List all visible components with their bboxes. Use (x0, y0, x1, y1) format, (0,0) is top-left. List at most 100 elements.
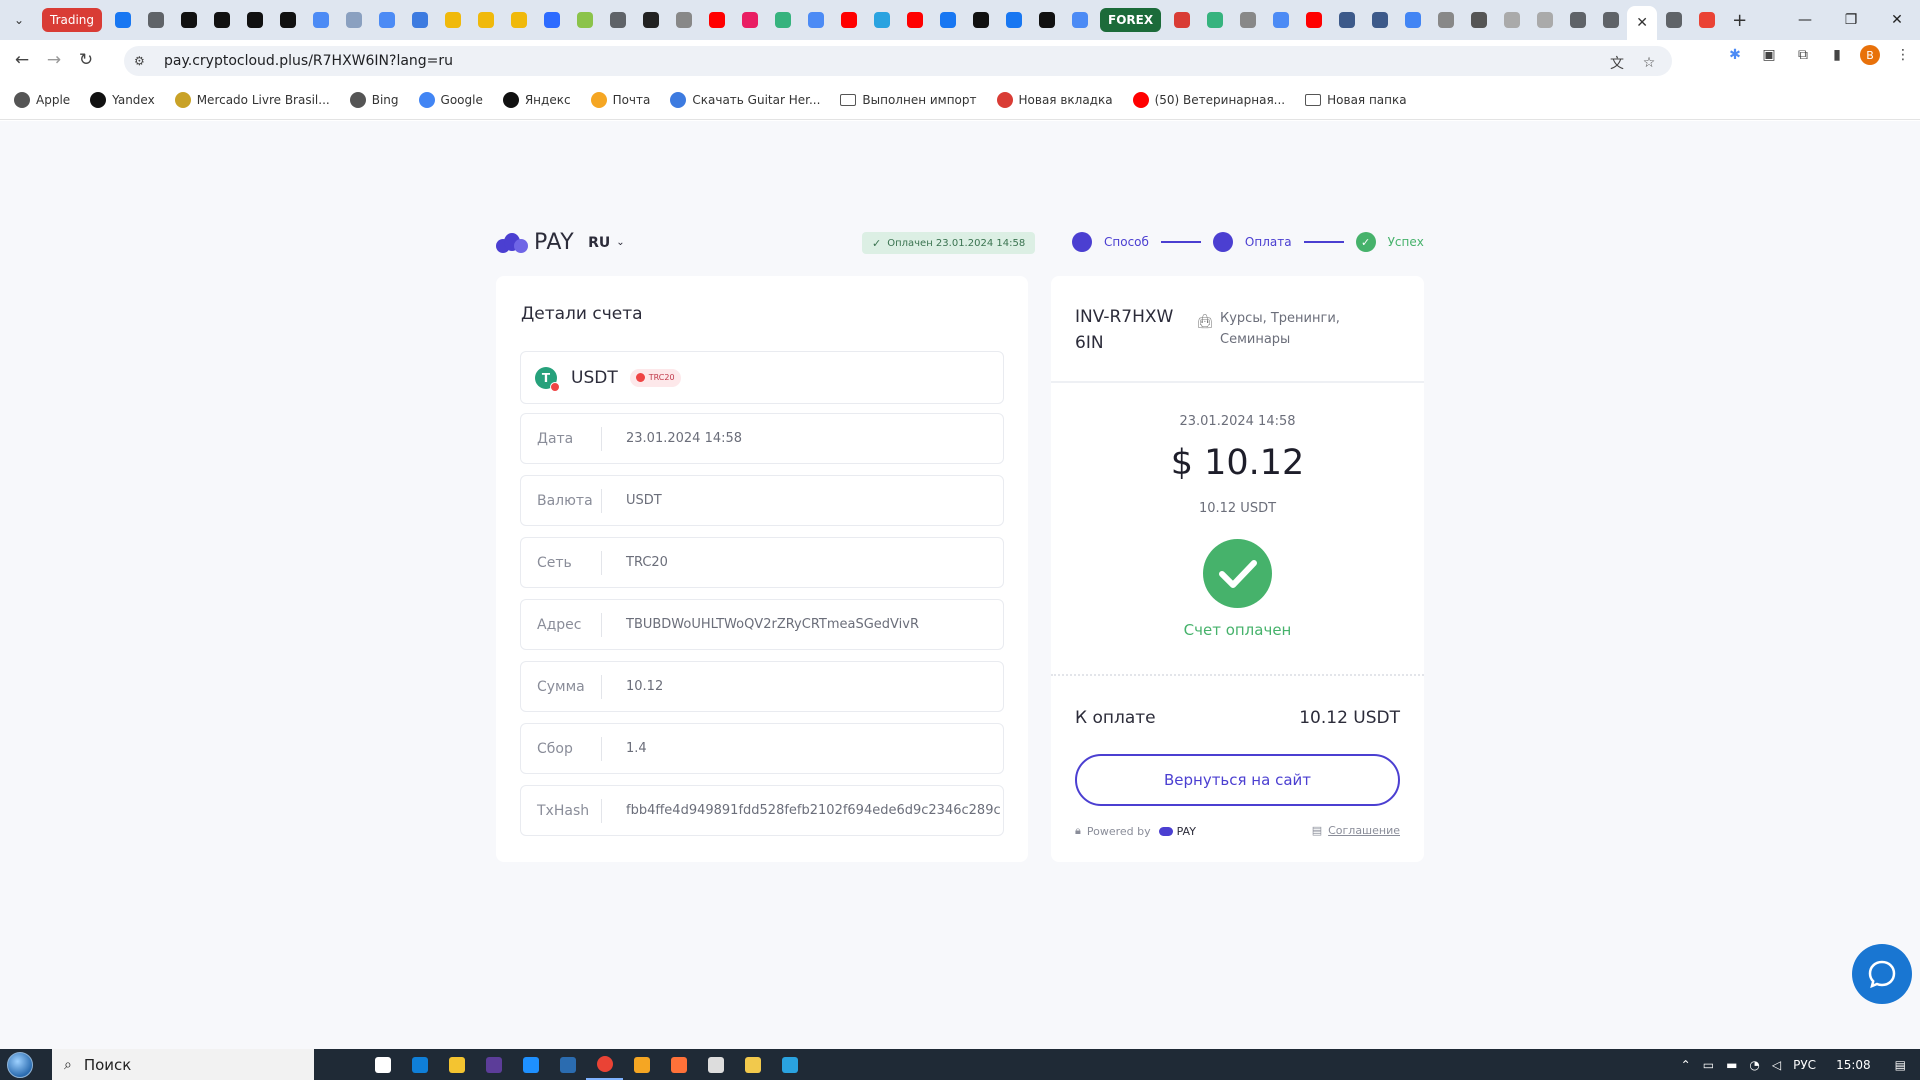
tab[interactable] (1330, 0, 1363, 40)
taskbar-app[interactable] (549, 1049, 586, 1080)
extensions-puzzle-icon[interactable]: ⧉ (1792, 44, 1814, 66)
side-panel-icon[interactable]: ▮ (1826, 44, 1848, 66)
tab[interactable] (238, 0, 271, 40)
url-text[interactable]: pay.cryptocloud.plus/R7HXW6IN?lang=ru (164, 53, 453, 69)
taskbar-app[interactable] (697, 1049, 734, 1080)
site-info-icon[interactable]: ⚙ (134, 54, 152, 68)
tab[interactable] (1165, 0, 1198, 40)
taskbar-app[interactable] (364, 1049, 401, 1080)
taskbar-app[interactable] (771, 1049, 808, 1080)
restore-button[interactable]: ❐ (1828, 0, 1874, 40)
bookmark-item[interactable]: Скачать Guitar Her... (670, 91, 820, 108)
taskbar-app[interactable] (734, 1049, 771, 1080)
tray-volume-icon[interactable]: ◁ (1772, 1058, 1781, 1072)
bookmark-item[interactable]: (50) Ветеринарная... (1132, 91, 1285, 108)
bookmark-item[interactable]: Bing (349, 91, 399, 108)
tab[interactable] (1363, 0, 1396, 40)
tray-battery-icon[interactable]: ▬ (1726, 1058, 1737, 1072)
tab[interactable] (964, 0, 997, 40)
bookmark-item[interactable]: Mercado Livre Brasil... (174, 91, 330, 108)
taskbar-app[interactable] (475, 1049, 512, 1080)
tab[interactable] (1495, 0, 1528, 40)
address-bar[interactable]: ⚙ pay.cryptocloud.plus/R7HXW6IN?lang=ru … (124, 46, 1672, 76)
tab[interactable] (1561, 0, 1594, 40)
bookmark-item[interactable]: Выполнен импорт (840, 93, 977, 107)
translate-icon[interactable]: 文 (1606, 52, 1628, 74)
taskbar-app[interactable] (512, 1049, 549, 1080)
agreement-link[interactable]: Соглашение (1328, 824, 1400, 837)
notification-icon[interactable]: ▤ (1895, 1058, 1906, 1072)
tab[interactable] (271, 0, 304, 40)
tab[interactable] (535, 0, 568, 40)
tab[interactable] (898, 0, 931, 40)
tab[interactable] (502, 0, 535, 40)
tab[interactable] (568, 0, 601, 40)
taskbar-app[interactable] (623, 1049, 660, 1080)
taskbar-app[interactable] (401, 1049, 438, 1080)
bookmark-item[interactable]: Почта (590, 91, 650, 108)
tab[interactable] (601, 0, 634, 40)
chat-widget-button[interactable] (1852, 944, 1912, 1004)
tab[interactable] (1264, 0, 1297, 40)
tab[interactable] (766, 0, 799, 40)
tab[interactable] (700, 0, 733, 40)
chevron-down-icon[interactable]: ⌄ (616, 237, 624, 248)
tab[interactable] (1429, 0, 1462, 40)
tray-chevron-icon[interactable]: ⌃ (1681, 1058, 1691, 1072)
tab[interactable] (337, 0, 370, 40)
tab-trading[interactable]: Trading (42, 8, 103, 32)
tab[interactable] (799, 0, 832, 40)
tray-language[interactable]: РУС (1793, 1058, 1816, 1072)
tab[interactable] (1297, 0, 1330, 40)
taskbar-app[interactable] (438, 1049, 475, 1080)
tab-search-chevron-icon[interactable]: ⌄ (8, 9, 30, 31)
tab[interactable] (634, 0, 667, 40)
tab-forex[interactable]: FOREX (1100, 8, 1162, 32)
tab[interactable] (931, 0, 964, 40)
close-window-button[interactable]: ✕ (1874, 0, 1920, 40)
tab[interactable] (667, 0, 700, 40)
active-tab-close-icon[interactable]: ✕ (1627, 6, 1658, 40)
extension-icon[interactable]: ✱ (1724, 44, 1746, 66)
tab[interactable] (1198, 0, 1231, 40)
tray-clock[interactable]: 15:08 (1836, 1058, 1871, 1072)
tab[interactable] (1231, 0, 1264, 40)
tab[interactable] (172, 0, 205, 40)
bookmark-item[interactable]: Apple (14, 91, 70, 108)
bookmark-star-icon[interactable]: ☆ (1638, 52, 1660, 74)
taskbar-app[interactable] (586, 1049, 623, 1080)
taskbar-search[interactable]: ⌕ Поиск (52, 1049, 314, 1080)
back-icon[interactable]: ← (6, 44, 38, 76)
tab[interactable] (106, 0, 139, 40)
forward-icon[interactable]: → (38, 44, 70, 76)
bookmark-item[interactable]: Новая папка (1305, 93, 1407, 107)
taskbar-app[interactable] (660, 1049, 697, 1080)
tab[interactable] (469, 0, 502, 40)
extension-2-icon[interactable]: ▣ (1758, 44, 1780, 66)
tray-wifi-icon[interactable]: ◔ (1749, 1058, 1759, 1072)
tab[interactable] (370, 0, 403, 40)
tab[interactable] (205, 0, 238, 40)
new-tab-plus-icon[interactable]: + (1723, 0, 1756, 40)
bookmark-item[interactable]: Новая вкладка (996, 91, 1113, 108)
tray-device-icon[interactable]: ▭ (1703, 1058, 1714, 1072)
tab[interactable] (1030, 0, 1063, 40)
tab[interactable] (832, 0, 865, 40)
bookmark-item[interactable]: Google (418, 91, 483, 108)
tab[interactable] (1462, 0, 1495, 40)
reload-icon[interactable]: ↻ (70, 44, 102, 76)
tab[interactable] (304, 0, 337, 40)
tab[interactable] (1594, 0, 1627, 40)
tab[interactable] (997, 0, 1030, 40)
tab[interactable] (865, 0, 898, 40)
tab[interactable] (436, 0, 469, 40)
tab[interactable] (1396, 0, 1429, 40)
bookmark-item[interactable]: Яндекс (502, 91, 571, 108)
profile-avatar[interactable]: B (1860, 45, 1880, 65)
tab[interactable] (733, 0, 766, 40)
menu-kebab-icon[interactable]: ⋮ (1892, 44, 1914, 66)
start-button[interactable] (0, 1049, 40, 1080)
tab[interactable] (403, 0, 436, 40)
tab[interactable] (1528, 0, 1561, 40)
tab[interactable] (1657, 0, 1690, 40)
